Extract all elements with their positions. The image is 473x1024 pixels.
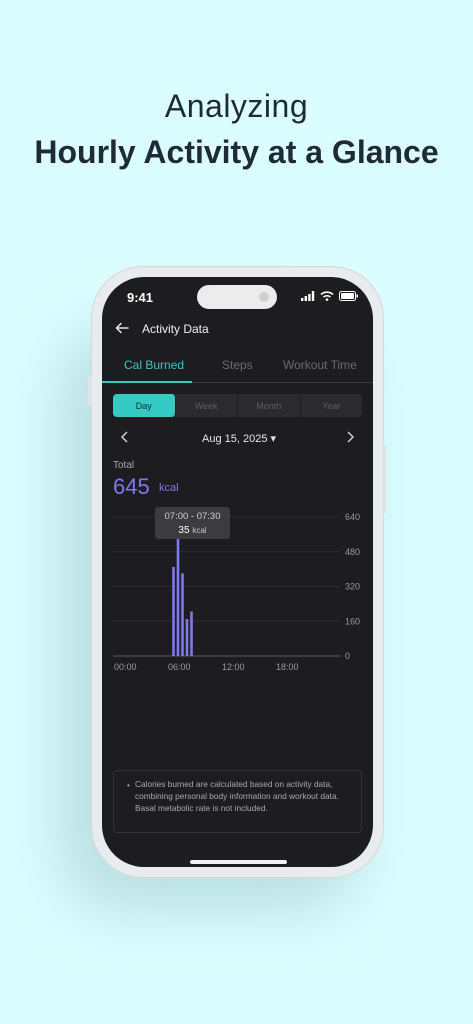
x-tick-label: 06:00 <box>168 662 191 672</box>
wifi-icon <box>320 291 334 301</box>
phone-side-button <box>382 445 386 513</box>
home-indicator[interactable] <box>190 860 287 864</box>
chart-bar <box>176 538 180 656</box>
y-tick-label: 160 <box>345 616 360 626</box>
chart-bar <box>181 573 184 656</box>
tab-workout-time[interactable]: Workout Time <box>283 358 357 372</box>
total-unit: kcal <box>159 482 179 494</box>
note-bullet: • <box>127 780 130 790</box>
x-tick-label: 00:00 <box>114 662 137 672</box>
total-value: 645 <box>113 474 150 499</box>
info-note: • Calories burned are calculated based o… <box>113 770 362 833</box>
status-icons <box>301 291 359 301</box>
chevron-right-icon[interactable] <box>345 431 355 443</box>
period-selector: Day Week Month Year <box>113 394 362 417</box>
tooltip-value: 35 kcal <box>178 525 206 536</box>
phone-volume-button <box>88 375 92 405</box>
chart-bar <box>172 566 175 656</box>
x-tick-label: 12:00 <box>222 662 245 672</box>
phone-screen: 9:41 Activity Data Cal Burned Steps Work… <box>102 277 373 867</box>
status-time: 9:41 <box>127 290 154 305</box>
period-day[interactable]: Day <box>113 394 176 417</box>
battery-icon <box>339 291 358 301</box>
note-text: Calories burned are calculated based on … <box>135 779 339 813</box>
back-arrow-icon[interactable] <box>114 320 130 336</box>
tooltip-range: 07:00 - 07:30 <box>165 511 221 522</box>
period-week[interactable]: Week <box>176 394 238 417</box>
hourly-calorie-chart: 640 480 320 160 0 00:00 06:00 12:00 18:00 07:00 -… <box>113 507 360 672</box>
headline-line-2: Hourly Activity at a Glance <box>34 134 439 170</box>
period-month[interactable]: Month <box>238 394 301 417</box>
page-title: Activity Data <box>142 322 209 336</box>
headline-line-1: Analyzing <box>164 88 309 124</box>
tab-active-indicator <box>102 381 192 383</box>
chevron-left-icon[interactable] <box>120 431 130 443</box>
y-tick-label: 320 <box>345 582 360 592</box>
date-selector[interactable]: Aug 15, 2025 ▾ <box>202 432 276 445</box>
chart-bar <box>190 611 193 656</box>
period-year[interactable]: Year <box>301 394 363 417</box>
chart-tooltip: 07:00 - 07:30 35 kcal <box>155 507 230 539</box>
y-tick-label: 0 <box>345 651 350 661</box>
y-tick-label: 480 <box>345 547 360 557</box>
signal-icon <box>301 291 315 301</box>
y-tick-label: 640 <box>345 512 360 522</box>
total-label: Total <box>113 460 135 471</box>
tab-steps[interactable]: Steps <box>222 358 253 372</box>
chart-bar <box>185 619 189 656</box>
x-tick-label: 18:00 <box>276 662 299 672</box>
dynamic-island <box>197 285 277 309</box>
tab-bar: Cal Burned Steps Workout Time <box>102 353 373 383</box>
tab-cal-burned[interactable]: Cal Burned <box>124 358 184 372</box>
